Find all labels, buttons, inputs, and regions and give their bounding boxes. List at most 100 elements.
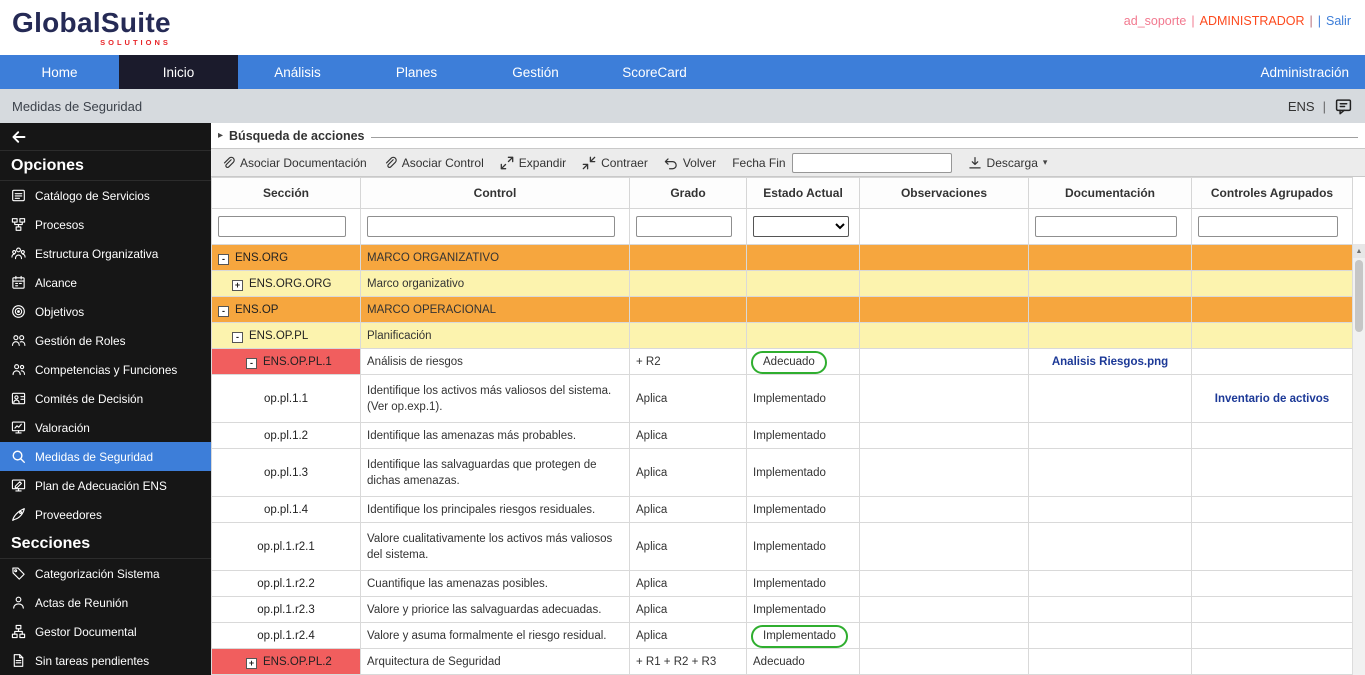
sidebar-collapse-button[interactable] — [0, 123, 211, 151]
cell-observaciones — [860, 523, 1029, 571]
contraer-button[interactable]: Contraer — [582, 156, 648, 170]
toolbar-button-label: Asociar Control — [402, 156, 484, 170]
sidebar-item-procesos[interactable]: Procesos — [0, 210, 211, 239]
cell-documentacion — [1029, 297, 1192, 323]
filter-input-controles-agrupados[interactable] — [1198, 216, 1338, 237]
cell-seccion: op.pl.1.r2.3 — [212, 597, 361, 623]
nav-tab-gestion[interactable]: Gestión — [476, 55, 595, 89]
sidebar-item-proveedores[interactable]: Proveedores — [0, 500, 211, 529]
filter-cell-estado-actual — [747, 209, 860, 245]
sidebar-item-comites-de-decision[interactable]: Comités de Decisión — [0, 384, 211, 413]
cell-controles-agrupados — [1192, 297, 1353, 323]
table-row-ens-op-pl-1[interactable]: -ENS.OP.PL.1Análisis de riesgos+ R2Adecu… — [212, 349, 1353, 375]
table-row-ens-op-pl[interactable]: -ENS.OP.PLPlanificación — [212, 323, 1353, 349]
asociar-control-button[interactable]: Asociar Control — [383, 156, 484, 170]
column-header-controles-agrupados[interactable]: Controles Agrupados — [1192, 178, 1353, 209]
sidebar-item-competencias-y-funciones[interactable]: Competencias y Funciones — [0, 355, 211, 384]
cell-seccion: op.pl.1.r2.1 — [212, 523, 361, 571]
table-header-row: SecciónControlGradoEstado ActualObservac… — [212, 178, 1353, 209]
nav-tab-planes[interactable]: Planes — [357, 55, 476, 89]
cell-estado — [747, 297, 860, 323]
column-header-grado[interactable]: Grado — [630, 178, 747, 209]
column-header-control[interactable]: Control — [361, 178, 630, 209]
filter-input-control[interactable] — [367, 216, 615, 237]
column-header-observaciones[interactable]: Observaciones — [860, 178, 1029, 209]
asociar-documentacion-button[interactable]: Asociar Documentación — [221, 156, 367, 170]
table-row-op-pl-1-r2-2[interactable]: op.pl.1.r2.2Cuantifique las amenazas pos… — [212, 571, 1353, 597]
cell-observaciones — [860, 423, 1029, 449]
scope-icon — [11, 275, 26, 290]
cell-grado: Aplica — [630, 449, 747, 497]
sidebar-item-plan-de-adecuacion-ens[interactable]: Plan de Adecuación ENS — [0, 471, 211, 500]
table-row-op-pl-1-3[interactable]: op.pl.1.3Identifique las salvaguardas qu… — [212, 449, 1353, 497]
cell-grado: Aplica — [630, 497, 747, 523]
collapse-minus-icon[interactable]: - — [218, 306, 229, 317]
page-body: OpcionesCatálogo de ServiciosProcesosEst… — [0, 123, 1365, 675]
filter-input-seccion[interactable] — [218, 216, 346, 237]
table-row-ens-org[interactable]: -ENS.ORGMARCO ORGANIZATIVO — [212, 245, 1353, 271]
table-row-op-pl-1-r2-3[interactable]: op.pl.1.r2.3Valore y priorice las salvag… — [212, 597, 1353, 623]
table-row-op-pl-1-r2-1[interactable]: op.pl.1.r2.1Valore cualitativamente los … — [212, 523, 1353, 571]
nav-tab-administracion[interactable]: Administración — [1244, 55, 1365, 89]
paperclip-icon — [221, 156, 235, 170]
filter-input-grado[interactable] — [636, 216, 732, 237]
collapse-minus-icon[interactable]: - — [218, 254, 229, 265]
cell-control: Marco organizativo — [361, 271, 630, 297]
expand-plus-icon[interactable]: + — [246, 658, 257, 669]
sidebar-item-objetivos[interactable]: Objetivos — [0, 297, 211, 326]
filter-select-estado-actual[interactable] — [753, 216, 849, 237]
expandir-button[interactable]: Expandir — [500, 156, 566, 170]
document-link[interactable]: Analisis Riesgos.png — [1052, 356, 1168, 368]
logout-link[interactable]: Salir — [1326, 14, 1351, 28]
scroll-thumb[interactable] — [1355, 260, 1363, 332]
expand-plus-icon[interactable]: + — [232, 280, 243, 291]
volver-button[interactable]: Volver — [664, 156, 716, 170]
table-row-op-pl-1-4[interactable]: op.pl.1.4Identifique los principales rie… — [212, 497, 1353, 523]
logo-subtext: SOLUTIONS — [100, 39, 171, 47]
fecha-fin-input[interactable] — [792, 153, 952, 173]
cell-controles-agrupados — [1192, 323, 1353, 349]
app-logo[interactable]: GlobalSuite SOLUTIONS — [12, 9, 171, 47]
cell-seccion: +ENS.ORG.ORG — [212, 271, 361, 297]
sidebar-item-gestion-de-roles[interactable]: Gestión de Roles — [0, 326, 211, 355]
sidebar-item-categorizacion-sistema[interactable]: Categorización Sistema — [0, 559, 211, 588]
cell-control: Arquitectura de Seguridad — [361, 649, 630, 675]
app-root: GlobalSuite SOLUTIONS ad_soporte | ADMIN… — [0, 0, 1365, 675]
scroll-up-arrow-icon[interactable]: ▲ — [1353, 244, 1365, 258]
cell-grado: Aplica — [630, 375, 747, 423]
table-row-ens-op[interactable]: -ENS.OPMARCO OPERACIONAL — [212, 297, 1353, 323]
table-row-op-pl-1-1[interactable]: op.pl.1.1Identifique los activos más val… — [212, 375, 1353, 423]
sidebar-item-medidas-de-seguridad[interactable]: Medidas de Seguridad — [0, 442, 211, 471]
nav-tab-inicio[interactable]: Inicio — [119, 55, 238, 89]
toolbar-button-label: Contraer — [601, 156, 648, 170]
grouped-control-link[interactable]: Inventario de activos — [1215, 393, 1329, 405]
sidebar-item-alcance[interactable]: Alcance — [0, 268, 211, 297]
table-row-op-pl-1-2[interactable]: op.pl.1.2Identifique las amenazas más pr… — [212, 423, 1353, 449]
chat-icon[interactable] — [1334, 98, 1353, 115]
sidebar-item-gestor-documental[interactable]: Gestor Documental — [0, 617, 211, 646]
column-header-seccion[interactable]: Sección — [212, 178, 361, 209]
column-header-documentacion[interactable]: Documentación — [1029, 178, 1192, 209]
top-header: GlobalSuite SOLUTIONS ad_soporte | ADMIN… — [0, 0, 1365, 55]
table-row-op-pl-1-r2-4[interactable]: op.pl.1.r2.4Valore y asuma formalmente e… — [212, 623, 1353, 649]
nav-tab-home[interactable]: Home — [0, 55, 119, 89]
table-row-ens-org-org[interactable]: +ENS.ORG.ORGMarco organizativo — [212, 271, 1353, 297]
sidebar-item-actas-de-reunion[interactable]: Actas de Reunión — [0, 588, 211, 617]
nav-tab-analisis[interactable]: Análisis — [238, 55, 357, 89]
sidebar-item-valoracion[interactable]: Valoración — [0, 413, 211, 442]
nav-tab-scorecard[interactable]: ScoreCard — [595, 55, 714, 89]
filter-input-documentacion[interactable] — [1035, 216, 1177, 237]
collapse-minus-icon[interactable]: - — [232, 332, 243, 343]
table-row-ens-op-pl-2[interactable]: +ENS.OP.PL.2Arquitectura de Seguridad+ R… — [212, 649, 1353, 675]
sidebar-item-catalogo-de-servicios[interactable]: Catálogo de Servicios — [0, 181, 211, 210]
cell-controles-agrupados — [1192, 349, 1353, 375]
collapse-minus-icon[interactable]: - — [246, 358, 257, 369]
search-panel-header[interactable]: ▸ Búsqueda de acciones — [211, 123, 1365, 148]
sidebar-item-estructura-organizativa[interactable]: Estructura Organizativa — [0, 239, 211, 268]
column-header-estado-actual[interactable]: Estado Actual — [747, 178, 860, 209]
descarga-button[interactable]: Descarga ▾ — [968, 156, 1048, 170]
sidebar-item-sin-tareas-pendientes[interactable]: Sin tareas pendientes — [0, 646, 211, 675]
vertical-scrollbar[interactable]: ▲ — [1352, 244, 1365, 675]
section-code: op.pl.1.4 — [264, 504, 308, 516]
cell-controles-agrupados — [1192, 649, 1353, 675]
